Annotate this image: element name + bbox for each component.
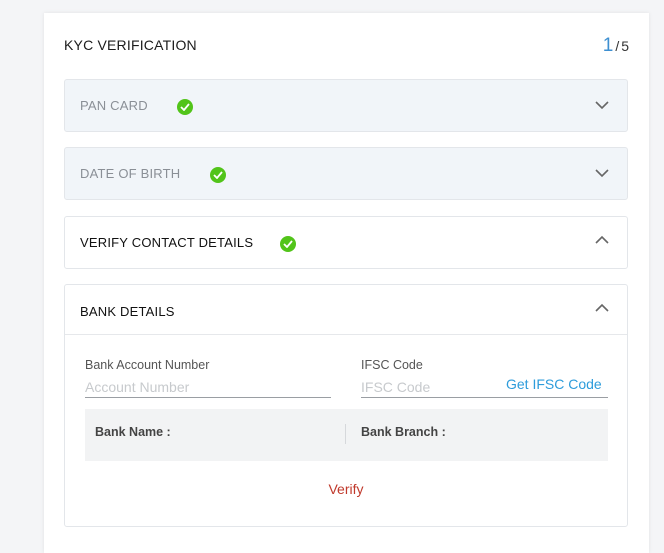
account-number-input[interactable]: [85, 377, 331, 398]
step-total: 5: [621, 38, 629, 54]
section-label: VERIFY CONTACT DETAILS: [80, 235, 254, 250]
section-verify-contact-header[interactable]: VERIFY CONTACT DETAILS: [65, 217, 627, 269]
info-divider: [345, 424, 346, 444]
check-circle-icon: [210, 167, 226, 183]
section-label: DATE OF BIRTH: [80, 166, 181, 181]
section-date-of-birth: DATE OF BIRTH: [64, 147, 628, 200]
step-current: 1: [602, 35, 614, 56]
check-circle-icon: [280, 236, 296, 252]
verify-button[interactable]: Verify: [65, 481, 627, 497]
chevron-down-icon[interactable]: [595, 98, 609, 112]
bank-branch-label: Bank Branch :: [361, 425, 446, 439]
kyc-header: KYC VERIFICATION 1/5: [64, 35, 629, 57]
section-bank-details: BANK DETAILS Bank Account Number IFSC Co…: [64, 284, 628, 527]
section-pan-card: PAN CARD: [64, 79, 628, 132]
section-label: PAN CARD: [80, 98, 148, 113]
section-date-of-birth-header[interactable]: DATE OF BIRTH: [65, 148, 627, 200]
get-ifsc-code-link[interactable]: Get IFSC Code: [506, 376, 602, 392]
check-circle-icon: [177, 99, 193, 115]
bank-info-box: Bank Name : Bank Branch :: [85, 409, 608, 461]
section-bank-details-header[interactable]: BANK DETAILS: [65, 285, 627, 337]
chevron-down-icon[interactable]: [595, 166, 609, 180]
section-divider: [65, 334, 627, 335]
step-indicator: 1/5: [603, 35, 629, 57]
section-label: BANK DETAILS: [80, 304, 175, 319]
page-title: KYC VERIFICATION: [64, 37, 197, 53]
step-separator: /: [615, 38, 620, 54]
section-verify-contact-details: VERIFY CONTACT DETAILS: [64, 216, 628, 269]
account-number-label: Bank Account Number: [85, 358, 210, 372]
kyc-card: KYC VERIFICATION 1/5 PAN CARD DATE OF BI…: [44, 13, 649, 553]
chevron-up-icon[interactable]: [595, 233, 609, 247]
bank-name-label: Bank Name :: [95, 425, 171, 439]
section-pan-card-header[interactable]: PAN CARD: [65, 80, 627, 132]
chevron-up-icon[interactable]: [595, 301, 609, 315]
ifsc-code-label: IFSC Code: [361, 358, 423, 372]
